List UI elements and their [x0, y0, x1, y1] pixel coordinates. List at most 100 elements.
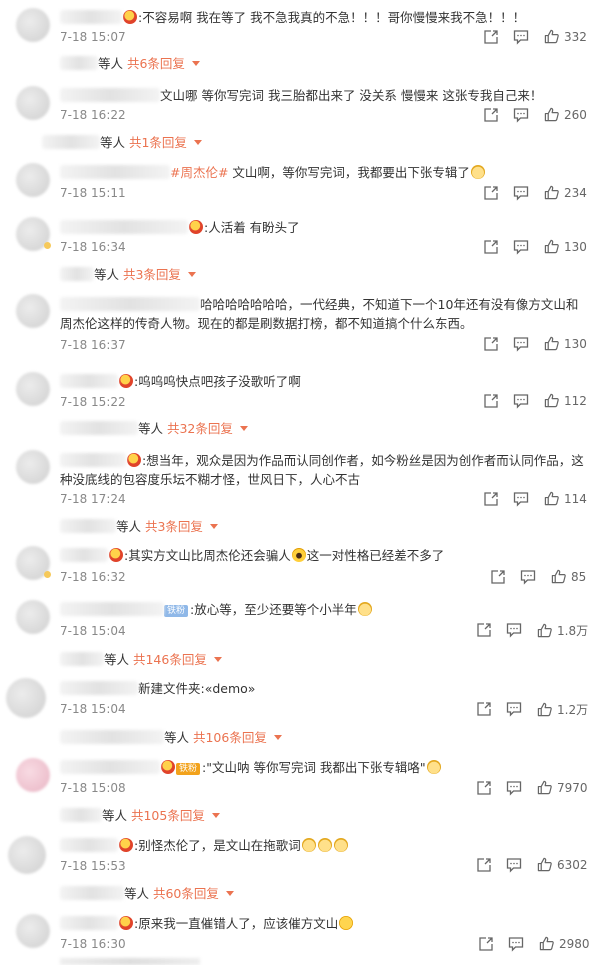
caret-down-icon — [209, 524, 218, 529]
avatar[interactable] — [16, 294, 50, 328]
like-count: 260 — [564, 107, 587, 122]
like-button[interactable]: 234 — [544, 185, 587, 200]
comment-time: 7-18 15:04 — [60, 624, 126, 638]
share-icon[interactable] — [483, 393, 499, 409]
username[interactable] — [60, 220, 188, 234]
username[interactable] — [60, 681, 138, 695]
like-button[interactable]: 114 — [544, 491, 587, 506]
avatar[interactable] — [16, 600, 50, 634]
reply-summary[interactable]: 等人 共3条回复 — [60, 516, 218, 535]
username[interactable] — [60, 916, 118, 930]
comment-icon[interactable] — [513, 393, 529, 409]
like-button[interactable]: 332 — [544, 29, 587, 44]
comment-icon[interactable] — [506, 857, 522, 873]
caret-down-icon — [225, 891, 234, 896]
avatar[interactable] — [16, 8, 50, 42]
comment-time: 7-18 16:37 — [60, 338, 126, 352]
smile-emoji-icon — [339, 916, 354, 930]
avatar[interactable] — [16, 86, 50, 120]
topic-link[interactable]: #周杰伦# — [170, 165, 228, 180]
avatar[interactable] — [8, 836, 46, 874]
cat-emoji-icon — [301, 838, 316, 852]
comment-icon[interactable] — [508, 936, 524, 952]
username[interactable] — [60, 374, 118, 388]
reply-summary[interactable]: 等人 共6条回复 — [60, 53, 200, 72]
username[interactable] — [60, 165, 170, 179]
username[interactable] — [60, 88, 160, 102]
like-button[interactable]: 130 — [544, 239, 587, 254]
avatar[interactable] — [6, 678, 46, 718]
reply-summary[interactable]: 等人 共106条回复 — [60, 727, 282, 746]
comment-icon[interactable] — [513, 29, 529, 45]
share-icon[interactable] — [483, 185, 499, 201]
comment-text: #周杰伦# 文山啊，等你写完词，我都要出下张专辑了 — [60, 163, 486, 182]
reply-users — [60, 808, 102, 822]
comment-icon[interactable] — [506, 701, 522, 717]
share-icon[interactable] — [476, 622, 492, 638]
like-count: 6302 — [557, 857, 588, 872]
comment-icon[interactable] — [506, 622, 522, 638]
reply-summary[interactable]: 等人 共146条回复 — [60, 649, 222, 668]
like-count: 85 — [571, 569, 587, 584]
avatar[interactable] — [16, 163, 50, 197]
reply-summary[interactable]: 等人 共60条回复 — [60, 883, 234, 902]
like-button[interactable]: 1.2万 — [537, 701, 588, 718]
comment-text: 文山哪 等你写完词 我三胎都出来了 没关系 慢慢来 这张专我自己来！ — [60, 86, 542, 105]
username[interactable] — [60, 760, 160, 774]
reply-summary[interactable]: 等人 共105条回复 — [60, 805, 220, 824]
like-button[interactable]: 260 — [544, 107, 587, 122]
share-icon[interactable] — [483, 29, 499, 45]
reply-users — [60, 730, 164, 744]
like-button[interactable]: 6302 — [537, 857, 588, 872]
comment-icon[interactable] — [513, 185, 529, 201]
comment-text: 铁粉:放心等，至少还要等个小半年 — [60, 600, 373, 619]
share-icon[interactable] — [476, 857, 492, 873]
avatar[interactable] — [16, 758, 50, 792]
like-count: 112 — [564, 393, 587, 408]
thumb-up-icon — [544, 336, 559, 351]
username[interactable] — [60, 838, 118, 852]
reply-users — [60, 421, 138, 435]
like-button[interactable]: 1.8万 — [537, 622, 588, 639]
thumb-up-icon — [544, 185, 559, 200]
share-icon[interactable] — [476, 701, 492, 717]
share-icon[interactable] — [478, 936, 494, 952]
comment-icon[interactable] — [513, 239, 529, 255]
reply-summary[interactable]: 等人 共3条回复 — [60, 264, 196, 283]
like-button[interactable]: 112 — [544, 393, 587, 408]
like-button[interactable]: 130 — [544, 336, 587, 351]
thumb-up-icon — [544, 239, 559, 254]
fan-badge-icon — [123, 10, 137, 24]
reply-summary[interactable]: 等人 共1条回复 — [42, 132, 202, 151]
avatar[interactable] — [16, 914, 50, 948]
like-button[interactable]: 7970 — [537, 780, 588, 795]
fan-badge-icon — [127, 453, 141, 467]
comment-icon[interactable] — [520, 569, 536, 585]
share-icon[interactable] — [483, 491, 499, 507]
reply-summary[interactable]: 等人 共32条回复 — [60, 418, 248, 437]
like-button[interactable]: 2980 — [539, 936, 590, 951]
username[interactable] — [60, 453, 126, 467]
thumb-up-icon — [551, 569, 566, 584]
comment-time: 7-18 15:22 — [60, 395, 126, 409]
verified-dot — [44, 571, 51, 578]
like-button[interactable]: 85 — [551, 569, 586, 584]
caret-down-icon — [191, 61, 200, 66]
reply-users — [60, 652, 104, 666]
avatar[interactable] — [16, 450, 50, 484]
comment-icon[interactable] — [513, 491, 529, 507]
username[interactable] — [60, 10, 122, 24]
share-icon[interactable] — [483, 107, 499, 123]
username[interactable] — [60, 602, 164, 616]
comment-icon[interactable] — [513, 336, 529, 352]
username[interactable] — [60, 548, 108, 562]
comment-icon[interactable] — [506, 780, 522, 796]
share-icon[interactable] — [476, 780, 492, 796]
share-icon[interactable] — [490, 569, 506, 585]
share-icon[interactable] — [483, 239, 499, 255]
username[interactable] — [60, 297, 200, 311]
share-icon[interactable] — [483, 336, 499, 352]
avatar[interactable] — [16, 372, 50, 406]
thumb-up-icon — [537, 780, 552, 795]
comment-icon[interactable] — [513, 107, 529, 123]
